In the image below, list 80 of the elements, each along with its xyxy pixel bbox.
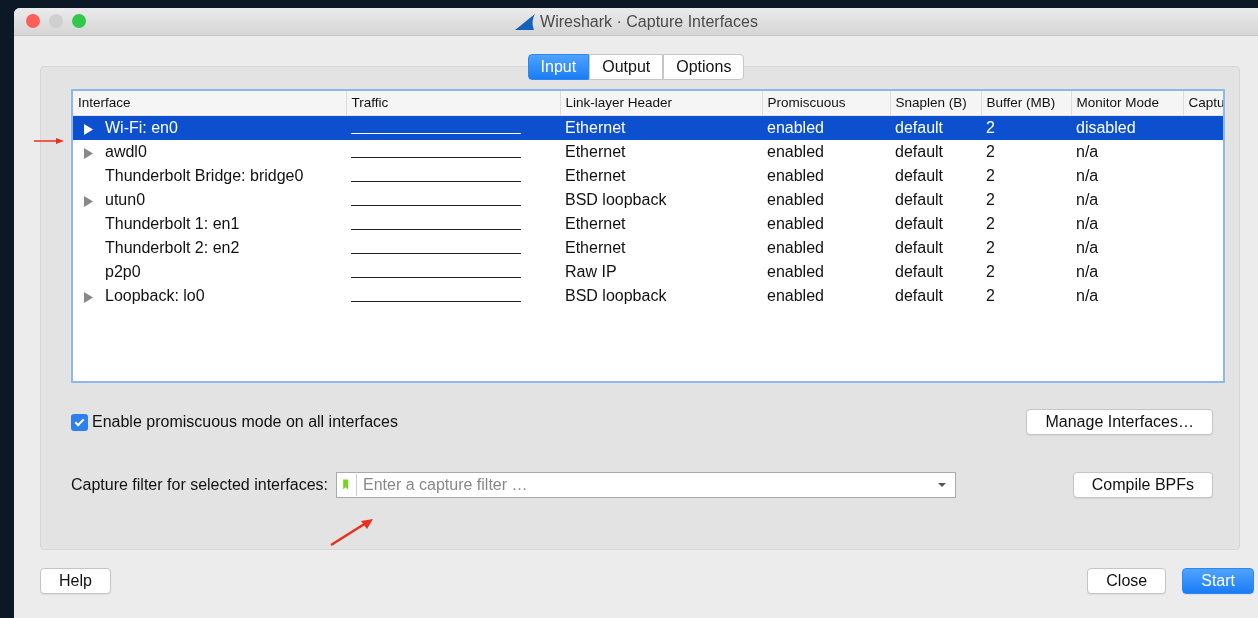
table-cell: enabled bbox=[762, 140, 890, 165]
table-cell-text: Raw IP bbox=[564, 262, 618, 283]
table-cell: enabled bbox=[762, 115, 890, 141]
table-row[interactable]: p2p0 Raw IP enabled default 2 n/a bbox=[73, 260, 1223, 285]
help-button[interactable]: Help bbox=[40, 568, 111, 594]
table-cell: Ethernet bbox=[560, 140, 762, 165]
table-cell-text: default bbox=[894, 214, 945, 235]
table-cell-text: n/a bbox=[1075, 166, 1100, 187]
table-cell-text: 2 bbox=[985, 262, 996, 283]
manage-interfaces-button[interactable]: Manage Interfaces… bbox=[1026, 409, 1213, 435]
column-header[interactable]: Promiscuous bbox=[762, 91, 890, 116]
interface-name: Wi-Fi: en0 bbox=[105, 119, 178, 137]
table-cell-text: enabled bbox=[766, 238, 825, 259]
table-cell: n/a bbox=[1071, 140, 1183, 165]
table-cell-text: default bbox=[894, 166, 945, 187]
table-row[interactable]: awdl0 Ethernet enabled default 2 n/a bbox=[73, 140, 1223, 165]
interface-name: utun0 bbox=[105, 191, 146, 209]
column-header[interactable]: Snaplen (B) bbox=[890, 91, 981, 116]
interface-name: Loopback: lo0 bbox=[105, 287, 205, 305]
table-cell-text: enabled bbox=[766, 262, 825, 283]
annotation-arrow bbox=[330, 518, 374, 546]
table-cell-text: 2 bbox=[985, 190, 996, 211]
table-cell-text: n/a bbox=[1075, 262, 1100, 283]
table-cell-text: enabled bbox=[766, 286, 825, 307]
table-row[interactable]: Thunderbolt Bridge: bridge0 Ethernet enabled default 2 n/a bbox=[73, 164, 1223, 189]
interface-name: Thunderbolt 2: en2 bbox=[105, 239, 240, 257]
table-cell-text: BSD loopback bbox=[564, 190, 668, 211]
interface-name: Thunderbolt 1: en1 bbox=[105, 215, 240, 233]
table-cell-text: 2 bbox=[985, 214, 996, 235]
column-header[interactable]: Interface bbox=[73, 91, 346, 116]
zoom-window-icon[interactable] bbox=[72, 14, 86, 28]
table-cell-text: n/a bbox=[1075, 238, 1100, 259]
table-cell-text: BSD loopback bbox=[564, 286, 668, 307]
close-button[interactable]: Close bbox=[1087, 568, 1167, 594]
table-cell-text: default bbox=[894, 190, 945, 211]
table-cell: default bbox=[890, 115, 981, 141]
interface-name: Thunderbolt Bridge: bridge0 bbox=[105, 167, 304, 185]
column-header[interactable]: Captu bbox=[1183, 91, 1223, 116]
annotation-arrow bbox=[34, 136, 64, 146]
table-cell-text: n/a bbox=[1075, 190, 1100, 211]
table-cell: 2 bbox=[981, 140, 1071, 165]
column-header[interactable]: Link-layer Header bbox=[560, 91, 762, 116]
close-window-icon[interactable] bbox=[26, 14, 40, 28]
table-cell-text: 2 bbox=[985, 166, 996, 187]
column-header[interactable]: Monitor Mode bbox=[1071, 91, 1183, 116]
checkbox-label: Enable promiscuous mode on all interfaces bbox=[92, 412, 398, 432]
table-cell-text: 2 bbox=[985, 238, 996, 259]
table-cell-text: 2 bbox=[985, 286, 996, 307]
table-cell-text: n/a bbox=[1075, 286, 1100, 307]
table-cell-text: enabled bbox=[766, 190, 825, 211]
window-title: Wireshark · Capture Interfaces bbox=[540, 11, 758, 32]
table-cell-text: default bbox=[894, 262, 945, 283]
table-cell-text: Ethernet bbox=[564, 238, 627, 259]
table-row[interactable]: Thunderbolt 2: en2 Ethernet enabled default 2 n/a bbox=[73, 236, 1223, 261]
table-cell-text: enabled bbox=[766, 166, 825, 187]
fin-icon bbox=[514, 12, 537, 31]
table-cell: default bbox=[890, 140, 981, 165]
table-row[interactable]: Thunderbolt 1: en1 Ethernet enabled default 2 n/a bbox=[73, 212, 1223, 237]
table-cell-text: default bbox=[894, 286, 945, 307]
tab[interactable]: Output bbox=[589, 54, 664, 80]
table-cell-text: Ethernet bbox=[564, 214, 627, 235]
table-cell-text: Ethernet bbox=[564, 166, 627, 187]
interface-name: awdl0 bbox=[105, 143, 147, 161]
dropdown-caret-icon[interactable] bbox=[937, 482, 947, 488]
table-cell: disabled bbox=[1071, 115, 1183, 141]
table-cell: Ethernet bbox=[560, 115, 762, 141]
checkbox[interactable] bbox=[71, 413, 88, 431]
table-cell-text: n/a bbox=[1075, 214, 1100, 235]
table-row[interactable]: utun0 BSD loopback enabled default 2 n/a bbox=[73, 188, 1223, 213]
table-row[interactable]: Loopback: lo0 BSD loopback enabled default 2 n/a bbox=[73, 284, 1223, 309]
column-header[interactable]: Buffer (MB) bbox=[981, 91, 1071, 116]
table-cell-text: default bbox=[894, 238, 945, 259]
interface-name: p2p0 bbox=[105, 263, 141, 281]
table-cell-text: enabled bbox=[766, 214, 825, 235]
table-cell: 2 bbox=[981, 115, 1071, 141]
tab[interactable]: Options bbox=[663, 54, 745, 80]
field-label: Capture filter for selected interfaces: bbox=[71, 475, 328, 495]
compile-bpfs-button[interactable]: Compile BPFs bbox=[1072, 472, 1213, 498]
column-header[interactable]: Traffic bbox=[346, 91, 560, 116]
table-row[interactable]: Wi-Fi: en0 Ethernet enabled default 2 disabled bbox=[73, 115, 1223, 141]
